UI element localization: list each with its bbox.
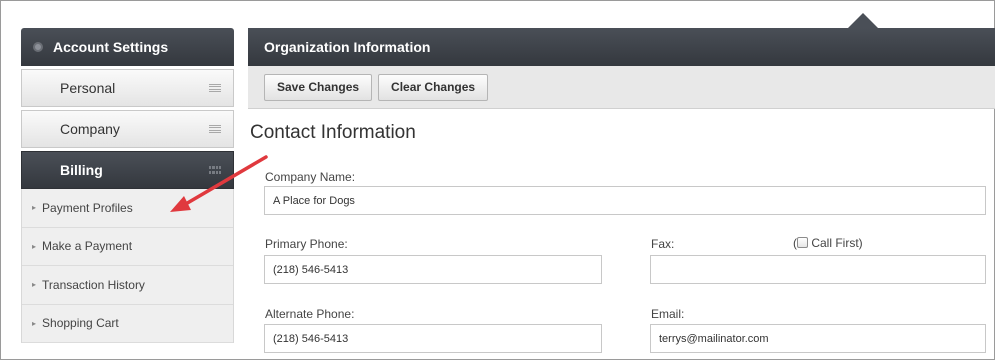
- call-first-checkbox[interactable]: [797, 237, 808, 248]
- alternate-phone-label: Alternate Phone:: [265, 307, 355, 321]
- sidebar-item-billing[interactable]: Billing: [21, 151, 234, 189]
- submenu-item-label: Make a Payment: [42, 239, 133, 254]
- sidebar-item-company[interactable]: Company: [21, 110, 234, 148]
- submenu-item-make-a-payment[interactable]: ▸ Make a Payment: [22, 228, 233, 266]
- account-settings-label: Account Settings: [53, 39, 169, 55]
- clear-changes-button[interactable]: Clear Changes: [378, 73, 489, 101]
- submenu-item-shopping-cart[interactable]: ▸ Shopping Cart: [22, 305, 233, 343]
- toolbar: Save Changes Clear Changes: [248, 66, 995, 109]
- sidebar-item-label: Billing: [60, 162, 103, 178]
- email-label: Email:: [651, 307, 685, 321]
- panel-title: Organization Information: [248, 28, 995, 66]
- account-settings-header[interactable]: Account Settings: [21, 28, 234, 66]
- fax-input[interactable]: [650, 255, 986, 284]
- save-changes-button[interactable]: Save Changes: [264, 73, 373, 101]
- panel-pointer-notch: [848, 13, 878, 28]
- primary-phone-label: Primary Phone:: [265, 237, 348, 251]
- submenu-item-label: Transaction History: [42, 277, 145, 292]
- primary-phone-input[interactable]: (218) 546-5413: [264, 255, 602, 284]
- menu-lines-icon: [209, 83, 221, 93]
- sidebar-item-label: Personal: [60, 80, 116, 96]
- menu-lines-icon: [209, 124, 221, 134]
- submenu-item-transaction-history[interactable]: ▸ Transaction History: [22, 266, 233, 305]
- section-title: Contact Information: [250, 122, 416, 143]
- caret-right-icon: ▸: [32, 241, 37, 251]
- email-input[interactable]: terrys@mailinator.com: [650, 324, 986, 353]
- submenu-item-payment-profiles[interactable]: ▸ Payment Profiles: [22, 189, 233, 228]
- submenu-item-label: Payment Profiles: [42, 200, 133, 215]
- sidebar-item-label: Company: [60, 121, 120, 137]
- call-first-label: Call First): [811, 236, 863, 250]
- billing-submenu: ▸ Payment Profiles ▸ Make a Payment ▸ Tr…: [21, 189, 234, 343]
- circle-icon: [33, 42, 43, 52]
- company-name-label: Company Name:: [265, 170, 356, 184]
- caret-right-icon: ▸: [32, 318, 37, 328]
- call-first-option[interactable]: ( Call First): [793, 236, 863, 250]
- caret-right-icon: ▸: [32, 280, 37, 290]
- caret-right-icon: ▸: [32, 203, 37, 213]
- fax-label: Fax:: [651, 237, 675, 251]
- account-settings-sidebar: Account Settings Personal Company Billin…: [21, 28, 234, 343]
- sidebar-item-personal[interactable]: Personal: [21, 69, 234, 107]
- organization-information-panel: Organization Information Save Changes Cl…: [248, 28, 995, 146]
- company-name-input[interactable]: A Place for Dogs: [264, 186, 986, 215]
- submenu-item-label: Shopping Cart: [42, 316, 119, 331]
- alternate-phone-input[interactable]: (218) 546-5413: [264, 324, 602, 353]
- grid-dots-icon: [209, 166, 221, 174]
